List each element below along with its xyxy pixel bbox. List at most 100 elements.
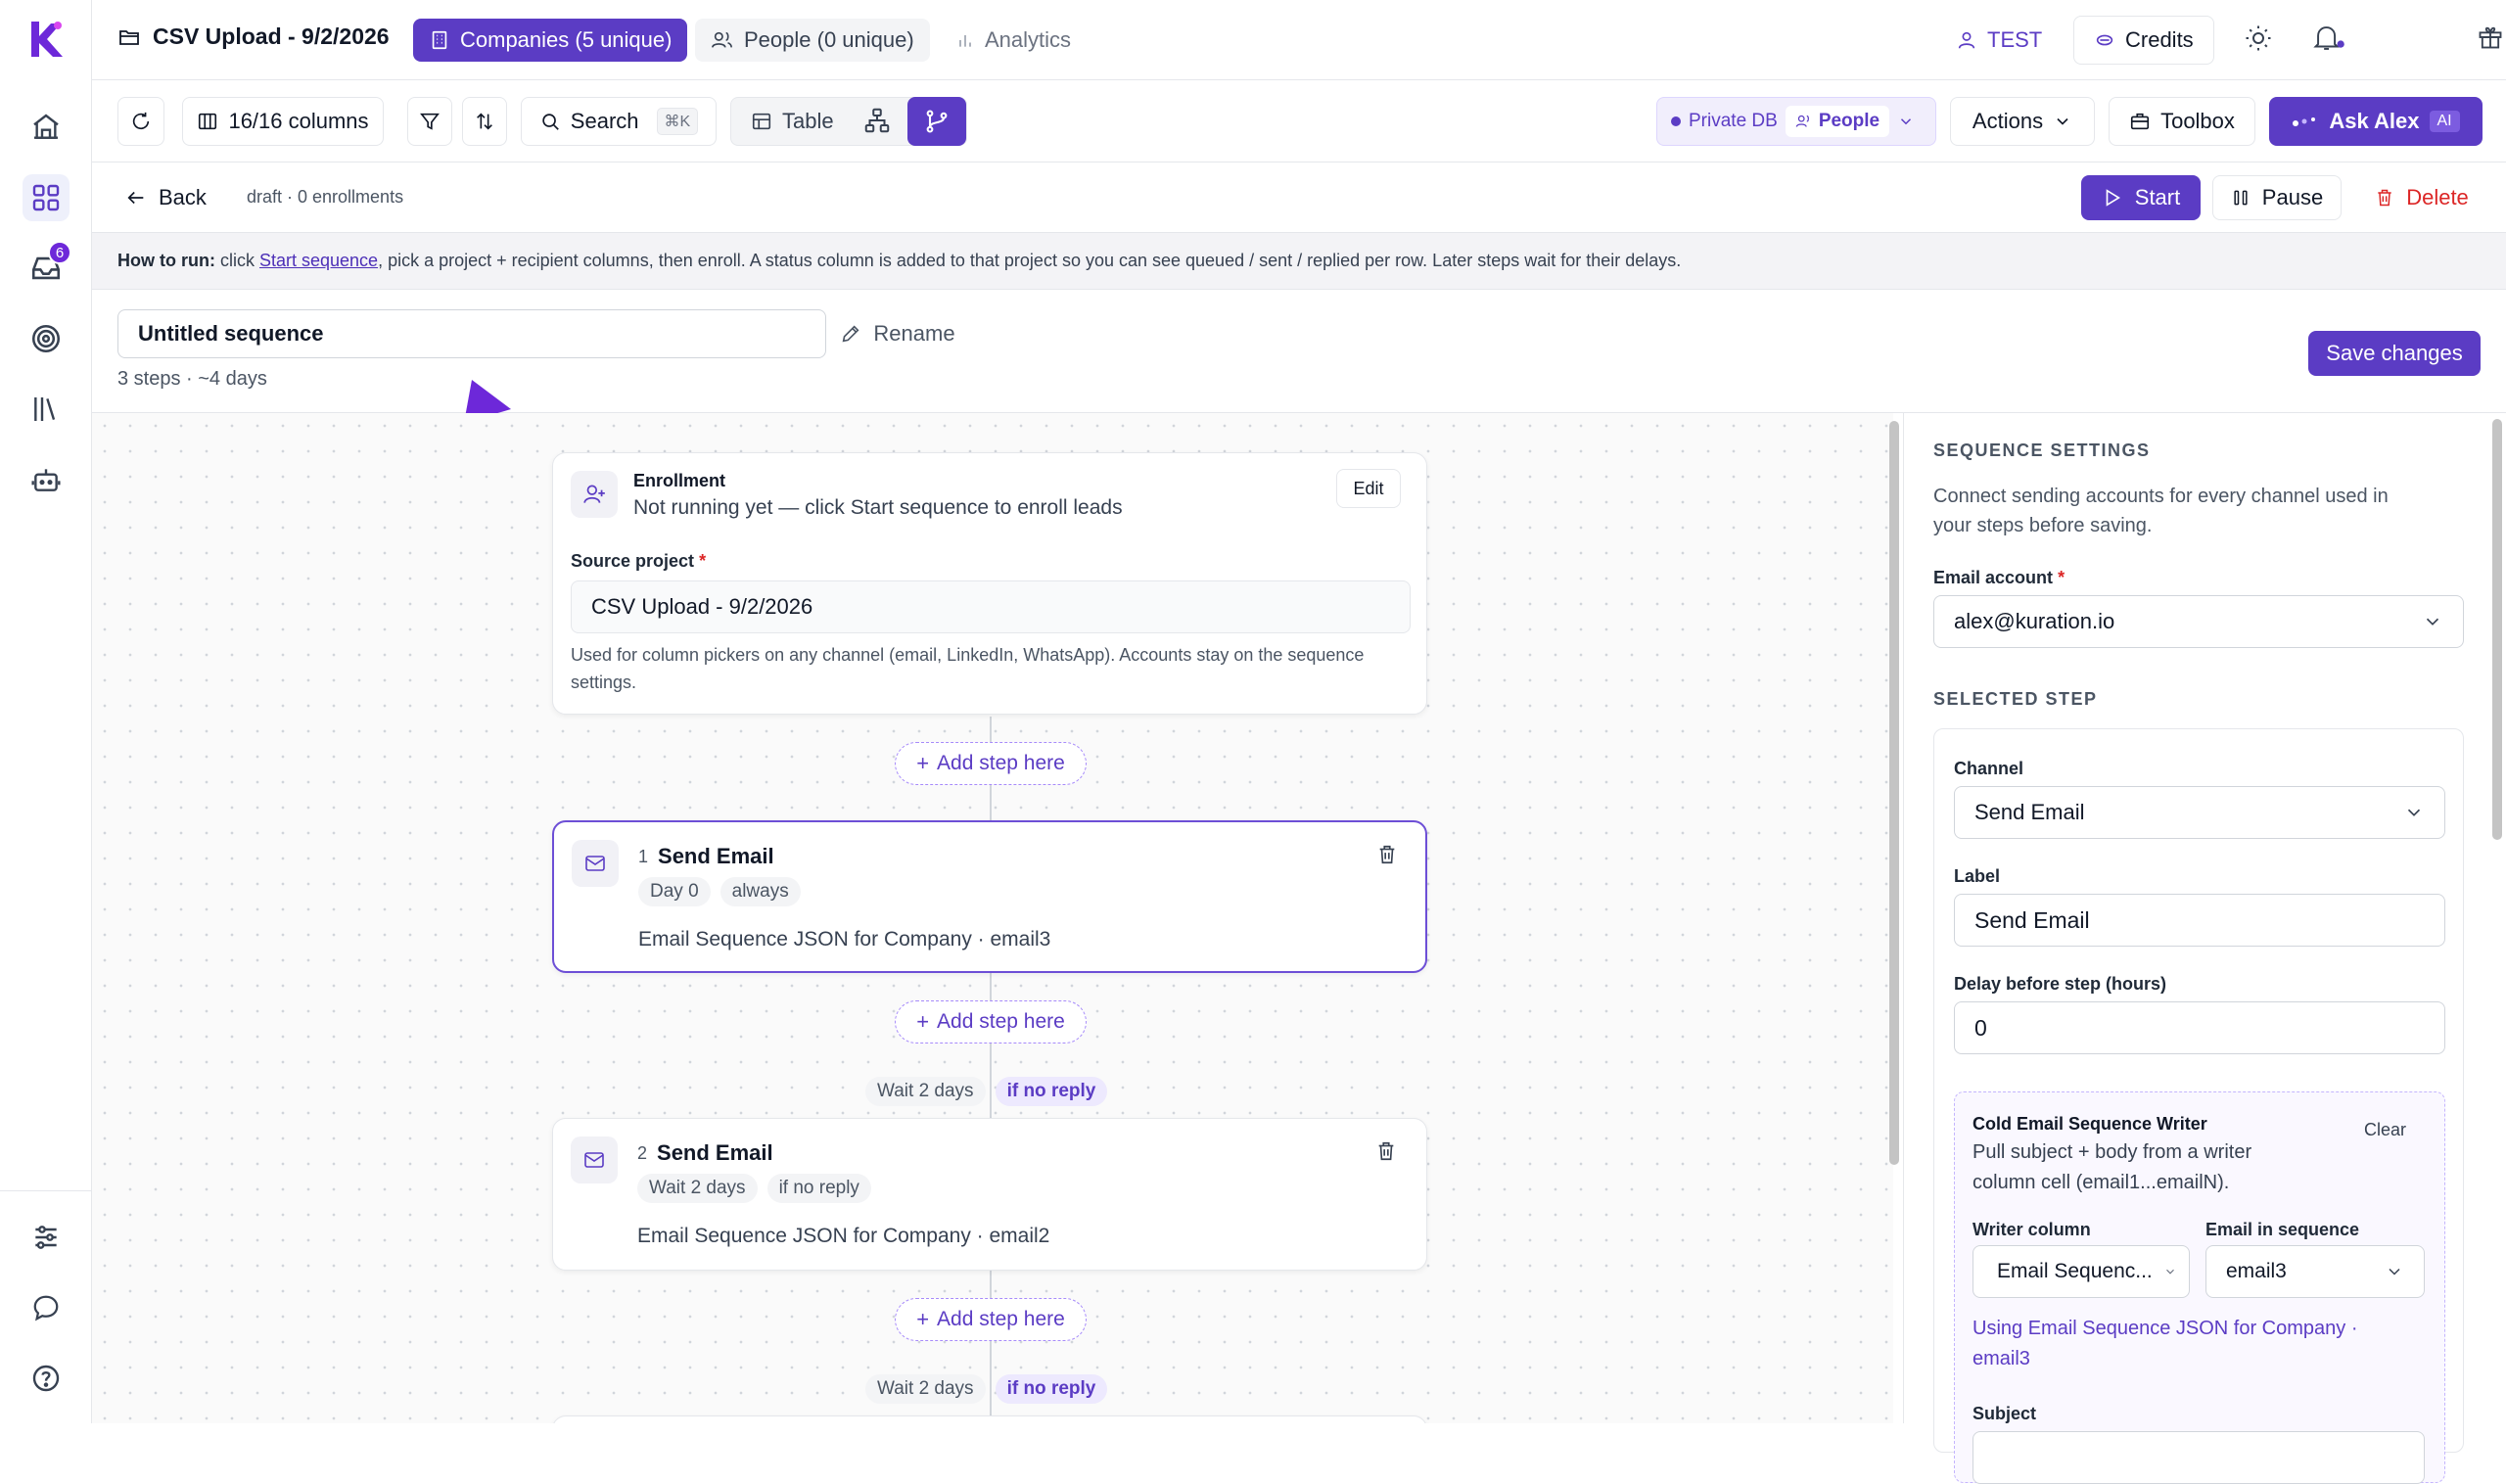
panel-scrollbar[interactable] (2492, 419, 2502, 840)
add-step-button[interactable]: + Add step here (895, 742, 1087, 785)
step-chips: Day 0 always (638, 877, 801, 906)
actions-button[interactable]: Actions (1950, 97, 2095, 146)
library-icon[interactable] (23, 386, 70, 433)
how-to-run-banner: How to run: click Start sequence , pick … (92, 233, 2506, 290)
using-writer-info: Using Email Sequence JSON for Company · … (1972, 1318, 2358, 1369)
chevron-down-icon (2053, 112, 2072, 131)
delete-step-icon[interactable] (1375, 1140, 1397, 1162)
canvas-scrollbar[interactable] (1889, 421, 1899, 1165)
start-button[interactable]: Start (2081, 175, 2201, 220)
target-icon[interactable] (23, 315, 70, 362)
step-card[interactable]: 2 Send Email Wait 2 days if no reply Ema… (552, 1118, 1427, 1271)
chevron-down-icon (1897, 113, 1915, 130)
add-step-button[interactable]: + Add step here (895, 1000, 1087, 1043)
sort-icon (474, 111, 495, 132)
table-view-button[interactable]: Table (745, 109, 840, 134)
save-changes-button[interactable]: Save changes (2308, 331, 2481, 376)
pause-button[interactable]: Pause (2212, 175, 2342, 220)
start-sequence-link[interactable]: Start sequence (259, 251, 378, 271)
back-button[interactable]: Back (125, 175, 223, 220)
step-chips: Wait 2 days if no reply (637, 1174, 871, 1203)
kuration-logo[interactable] (27, 20, 65, 59)
step-card[interactable]: 1 Send Email Day 0 always Email Sequence… (552, 820, 1427, 973)
step-description: Email Sequence JSON for Company · email3 (638, 928, 1051, 951)
sun-icon[interactable] (2244, 23, 2273, 53)
filter-button[interactable] (407, 97, 452, 146)
email-in-sequence-select[interactable]: email3 (2205, 1245, 2425, 1298)
chevron-down-icon (2163, 1265, 2177, 1278)
grid-icon[interactable] (23, 174, 70, 221)
toolbox-button[interactable]: Toolbox (2109, 97, 2255, 146)
filter-icon (419, 111, 441, 132)
columns-button[interactable]: 16/16 columns (182, 97, 384, 146)
db-selector[interactable]: Private DB People (1656, 97, 1936, 146)
step-description: Email Sequence JSON for Company · email2 (637, 1225, 1050, 1247)
credits-button[interactable]: Credits (2073, 16, 2214, 65)
columns-icon (197, 111, 218, 132)
tab-people[interactable]: People (0 unique) (695, 19, 930, 62)
step-condition-chip: if no reply (766, 1174, 871, 1203)
hierarchy-view-button[interactable] (862, 106, 892, 135)
step-heading: 1 Send Email (638, 844, 774, 869)
edit-enrollment-button[interactable]: Edit (1336, 469, 1401, 508)
users-icon (711, 29, 734, 51)
plus-icon: + (916, 1009, 930, 1034)
wait-indicator: Wait 2 days if no reply (865, 1077, 1108, 1106)
refresh-button[interactable] (117, 97, 164, 146)
sequence-canvas[interactable]: Enrollment Not running yet — click Start… (92, 413, 1893, 1423)
chevron-down-icon (2422, 611, 2443, 632)
delete-step-icon[interactable] (1376, 844, 1398, 865)
add-step-button[interactable]: + Add step here (895, 1298, 1087, 1341)
trash-icon (2375, 188, 2394, 208)
label-input[interactable]: Send Email (1954, 894, 2445, 947)
subject-label: Subject (1972, 1404, 2037, 1423)
subject-input[interactable] (1972, 1431, 2425, 1484)
inbox-icon[interactable]: 6 (23, 241, 71, 292)
search-button[interactable]: Search ⌘K (521, 97, 717, 146)
ai-badge: AI (2429, 111, 2460, 132)
delete-button[interactable]: Delete (2355, 175, 2488, 220)
enrollment-card[interactable]: Enrollment Not running yet — click Start… (552, 452, 1427, 715)
bell-icon[interactable] (2312, 23, 2345, 53)
db-entity-chip: People (1785, 106, 1890, 137)
rename-button[interactable]: Rename (824, 311, 971, 356)
refresh-icon (130, 111, 152, 132)
inbox-badge: 6 (48, 241, 71, 264)
source-project-field[interactable]: CSV Upload - 9/2/2026 (571, 580, 1411, 633)
step-card[interactable] (552, 1415, 1427, 1423)
tab-analytics[interactable]: Analytics (940, 19, 1087, 62)
email-account-select[interactable]: alex@kuration.io (1933, 595, 2464, 648)
ask-alex-button[interactable]: Ask Alex AI (2269, 97, 2483, 146)
chat-icon[interactable] (23, 1284, 70, 1331)
writer-clear-button[interactable]: Clear (2364, 1120, 2406, 1140)
plus-icon: + (916, 751, 930, 775)
sequence-view-button[interactable] (907, 97, 966, 146)
mail-icon (571, 1136, 618, 1183)
tab-companies[interactable]: Companies (5 unique) (413, 19, 688, 62)
channel-label: Channel (1954, 759, 2024, 778)
email-account-label: Email account * (1933, 568, 2065, 587)
sequence-meta: 3 steps · ~4 days (117, 368, 267, 390)
status-dot (1671, 116, 1681, 126)
workspace-name: TEST (1987, 27, 2043, 52)
sequence-name-input[interactable]: Untitled sequence (117, 309, 826, 358)
delay-input[interactable]: 0 (1954, 1001, 2445, 1054)
channel-select[interactable]: Send Email (1954, 786, 2445, 839)
gift-icon[interactable] (2477, 23, 2504, 51)
wait-indicator: Wait 2 days if no reply (865, 1374, 1108, 1404)
project-breadcrumb[interactable]: CSV Upload - 9/2/2026 (117, 23, 390, 50)
bot-icon[interactable] (23, 456, 70, 503)
sort-button[interactable] (462, 97, 507, 146)
workspace-switcher[interactable]: TEST (1956, 16, 2042, 65)
sidebar: 6 (0, 0, 92, 1423)
writer-column-select[interactable]: Email Sequenc... (1972, 1245, 2190, 1298)
toolbox-icon (2129, 111, 2151, 132)
mail-icon (572, 840, 619, 887)
step-number: 2 (637, 1143, 648, 1163)
enrollment-title: Enrollment (633, 471, 726, 490)
search-icon (539, 111, 561, 132)
help-icon[interactable] (23, 1355, 70, 1402)
sliders-icon[interactable] (23, 1214, 70, 1261)
home-icon[interactable] (23, 104, 70, 151)
source-project-label: Source project * (571, 551, 707, 571)
